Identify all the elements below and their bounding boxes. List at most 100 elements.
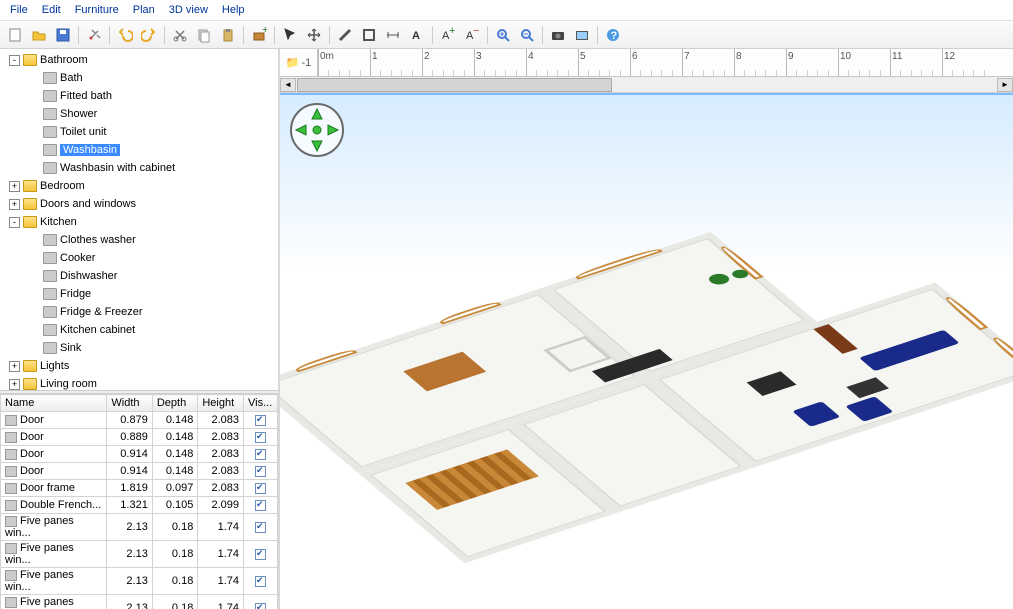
scroll-thumb[interactable] (297, 78, 612, 92)
new-icon[interactable] (4, 24, 26, 46)
tree-item[interactable]: Fridge (4, 285, 278, 303)
paste-icon[interactable] (217, 24, 239, 46)
cell-width: 0.914 (107, 446, 152, 463)
furniture-catalog-tree[interactable]: -Bathroom Bath Fitted bathShowerToilet uni… (0, 49, 278, 390)
add-furniture-icon[interactable]: + (248, 24, 270, 46)
tree-folder[interactable]: -Kitchen (4, 213, 278, 231)
undo-icon[interactable] (114, 24, 136, 46)
table-row[interactable]: Five panes win...2.130.181.74 (1, 568, 278, 595)
cell-name: Double French... (1, 497, 107, 514)
zoom-in-icon[interactable] (492, 24, 514, 46)
visibility-checkbox[interactable] (255, 522, 266, 533)
tree-expand-toggle[interactable]: + (9, 361, 20, 372)
item-icon (43, 288, 57, 300)
menu-plan[interactable]: Plan (127, 2, 161, 18)
tree-item[interactable]: Kitchen cabinet (4, 321, 278, 339)
3d-viewport[interactable] (280, 93, 1013, 609)
col-depth[interactable]: Depth (152, 395, 198, 412)
text-icon[interactable]: A (406, 24, 428, 46)
tree-item[interactable]: Cooker (4, 249, 278, 267)
furniture-table[interactable]: NameWidthDepthHeightVis... Door0.8790.14… (0, 394, 278, 609)
tree-folder[interactable]: +Lights (4, 357, 278, 375)
table-row[interactable]: Five panes win...2.130.181.74 (1, 595, 278, 609)
ruler-origin-icon[interactable]: 📁-1 (280, 49, 318, 76)
text-decrease-icon[interactable]: A− (461, 24, 483, 46)
tree-item[interactable]: Dishwasher (4, 267, 278, 285)
tree-item[interactable]: Shower (4, 105, 278, 123)
tree-expand-toggle[interactable]: + (9, 181, 20, 192)
col-width[interactable]: Width (107, 395, 152, 412)
scroll-track[interactable] (297, 78, 996, 92)
scroll-left-icon[interactable]: ◄ (280, 78, 296, 92)
tree-folder[interactable]: +Bedroom (4, 177, 278, 195)
menu-furniture[interactable]: Furniture (69, 2, 125, 18)
floor-plan-3d (280, 192, 1013, 563)
table-row[interactable]: Double French...1.3210.1052.099 (1, 497, 278, 514)
ruler-label: 10 (840, 51, 851, 62)
tree-item[interactable]: Toilet unit (4, 123, 278, 141)
visibility-checkbox[interactable] (255, 603, 266, 609)
video-icon[interactable] (571, 24, 593, 46)
room-icon[interactable] (358, 24, 380, 46)
dimension-icon[interactable] (382, 24, 404, 46)
preferences-icon[interactable] (83, 24, 105, 46)
table-row[interactable]: Door frame1.8190.0972.083 (1, 480, 278, 497)
table-row[interactable]: Door0.9140.1482.083 (1, 446, 278, 463)
cut-icon[interactable] (169, 24, 191, 46)
visibility-checkbox[interactable] (255, 449, 266, 460)
svg-text:+: + (449, 27, 455, 37)
copy-icon[interactable] (193, 24, 215, 46)
plan-hscrollbar[interactable]: ◄ ► (280, 77, 1013, 93)
tree-item[interactable]: Washbasin with cabinet (4, 159, 278, 177)
table-row[interactable]: Five panes win...2.130.181.74 (1, 514, 278, 541)
wall-icon[interactable] (334, 24, 356, 46)
scroll-right-icon[interactable]: ► (997, 78, 1013, 92)
menu-help[interactable]: Help (216, 2, 251, 18)
tree-expand-toggle[interactable]: - (9, 217, 20, 228)
tree-folder[interactable]: +Doors and windows (4, 195, 278, 213)
visibility-checkbox[interactable] (255, 415, 266, 426)
tree-item[interactable]: Clothes washer (4, 231, 278, 249)
col-height[interactable]: Height (198, 395, 244, 412)
tree-item[interactable]: Fitted bath (4, 87, 278, 105)
select-icon[interactable] (279, 24, 301, 46)
zoom-out-icon[interactable] (516, 24, 538, 46)
nav-compass[interactable] (290, 103, 344, 157)
tree-expand-toggle[interactable]: - (9, 55, 20, 66)
col-name[interactable]: Name (1, 395, 107, 412)
ruler-tick (890, 49, 891, 76)
table-header-row[interactable]: NameWidthDepthHeightVis... (1, 395, 278, 412)
col-vis[interactable]: Vis... (244, 395, 278, 412)
visibility-checkbox[interactable] (255, 432, 266, 443)
visibility-checkbox[interactable] (255, 500, 266, 511)
tree-folder[interactable]: -Bathroom (4, 51, 278, 69)
tree-label: Bath (60, 72, 83, 84)
open-icon[interactable] (28, 24, 50, 46)
visibility-checkbox[interactable] (255, 549, 266, 560)
tree-expand-toggle[interactable]: + (9, 199, 20, 210)
text-increase-icon[interactable]: A+ (437, 24, 459, 46)
menu-edit[interactable]: Edit (36, 2, 67, 18)
tree-item[interactable]: Washbasin (4, 141, 278, 159)
horizontal-ruler[interactable]: 0m123456789101112 (318, 49, 1013, 76)
redo-icon[interactable] (138, 24, 160, 46)
pan-icon[interactable] (303, 24, 325, 46)
tree-item[interactable]: Sink (4, 339, 278, 357)
tree-expand-toggle[interactable]: + (9, 379, 20, 390)
table-row[interactable]: Door0.8790.1482.083 (1, 412, 278, 429)
save-icon[interactable] (52, 24, 74, 46)
tree-item[interactable]: Bath (4, 69, 278, 87)
menu-3d-view[interactable]: 3D view (163, 2, 214, 18)
visibility-checkbox[interactable] (255, 483, 266, 494)
table-row[interactable]: Door0.9140.1482.083 (1, 463, 278, 480)
help-icon[interactable]: ? (602, 24, 624, 46)
table-row[interactable]: Door0.8890.1482.083 (1, 429, 278, 446)
visibility-checkbox[interactable] (255, 576, 266, 587)
ruler-tick (370, 49, 371, 76)
menu-file[interactable]: File (4, 2, 34, 18)
table-row[interactable]: Five panes win...2.130.181.74 (1, 541, 278, 568)
visibility-checkbox[interactable] (255, 466, 266, 477)
tree-item[interactable]: Fridge & Freezer (4, 303, 278, 321)
tree-folder[interactable]: +Living room (4, 375, 278, 390)
camera-icon[interactable] (547, 24, 569, 46)
